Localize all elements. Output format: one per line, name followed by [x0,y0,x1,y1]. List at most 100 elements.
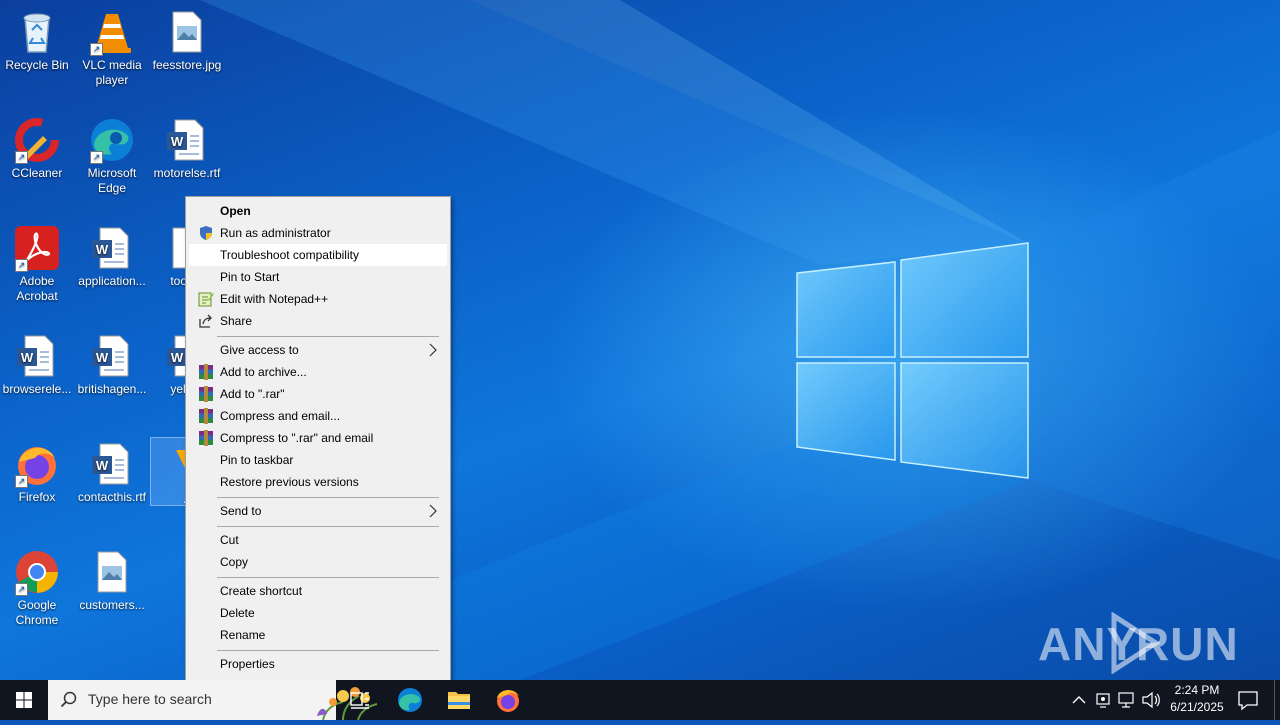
image-file-icon [163,8,211,56]
show-hidden-icons-button[interactable] [1066,680,1092,720]
menu-item-share[interactable]: Share [189,310,447,332]
desktop-icon-label: feesstore.jpg [152,58,222,72]
word-document-icon: W [88,224,136,272]
menu-item-create-shortcut[interactable]: Create shortcut [189,580,447,602]
menu-item-run-as-administrator[interactable]: Run as administrator [189,222,447,244]
desktop-icon-google-chrome[interactable]: ↗ Google Chrome [0,542,74,628]
tray-device-icon-button[interactable] [1092,680,1114,720]
desktop-icon-firefox[interactable]: ↗ Firefox [0,434,74,505]
winrar-icon [198,364,214,380]
word-document-icon: W [88,440,136,488]
device-meeting-icon [1096,693,1110,708]
menu-separator [217,650,439,651]
desktop-icon-application[interactable]: W application... [75,218,149,289]
taskbar-firefox-button[interactable] [484,680,532,720]
menu-item-label: Add to archive... [220,365,307,379]
menu-item-open[interactable]: Open [189,200,447,222]
menu-item-pin-to-taskbar[interactable]: Pin to taskbar [189,449,447,471]
menu-item-pin-to-start[interactable]: Pin to Start [189,266,447,288]
winrar-icon [198,386,214,402]
svg-text:W: W [96,458,109,473]
taskbar-edge-button[interactable] [386,680,434,720]
action-center-button[interactable] [1228,680,1268,720]
desktop-icon-label: customers... [79,598,145,612]
desktop-icon-label: britishagen... [77,382,147,396]
menu-item-label: Troubleshoot compatibility [220,248,359,262]
desktop-icon-adobe-acrobat[interactable]: ↗ Adobe Acrobat [0,218,74,304]
volume-button[interactable] [1138,680,1164,720]
windows-start-icon [16,692,32,708]
shortcut-arrow-icon: ↗ [15,583,28,596]
speaker-volume-icon [1142,691,1160,709]
menu-item-cut[interactable]: Cut [189,529,447,551]
menu-item-label: Properties [220,657,275,671]
desktop-icon-microsoft-edge[interactable]: ↗ Microsoft Edge [75,110,149,196]
menu-item-label: Compress and email... [220,409,341,423]
taskbar-clock[interactable]: 2:24 PM 6/21/2025 [1164,683,1230,714]
start-button[interactable] [0,680,48,720]
desktop-icon-label: Google Chrome [15,598,59,627]
show-desktop-button[interactable] [1274,680,1275,720]
svg-text:W: W [96,242,109,257]
desktop-icon-customers[interactable]: customers... [75,542,149,613]
menu-item-compress-to-rar-and-email[interactable]: Compress to ".rar" and email [189,427,447,449]
task-view-button[interactable] [336,680,384,720]
image-file-icon [88,548,136,596]
menu-item-send-to[interactable]: Send to [189,500,447,522]
word-document-icon: W [163,116,211,164]
desktop-icon-recycle-bin[interactable]: Recycle Bin [0,2,74,73]
menu-item-add-to-rar[interactable]: Add to ".rar" [189,383,447,405]
vlc-cone-icon: ↗ [88,8,136,56]
chevron-up-icon [1072,696,1086,704]
desktop-icon-label: Firefox [18,490,56,504]
context-menu: Open Run as administrator Troubleshoot c… [185,196,451,682]
desktop-icon-motorelse[interactable]: W motorelse.rtf [150,110,224,181]
clock-date: 6/21/2025 [1170,700,1224,714]
menu-item-copy[interactable]: Copy [189,551,447,573]
menu-item-properties[interactable]: Properties [189,653,447,675]
network-button[interactable] [1114,680,1138,720]
word-document-icon: W [88,332,136,380]
adobe-acrobat-icon: ↗ [13,224,61,272]
menu-item-give-access-to[interactable]: Give access to [189,339,447,361]
taskbar-file-explorer-button[interactable] [435,680,483,720]
desktop-icon-britishagen[interactable]: W britishagen... [75,326,149,397]
desktop-icon-label: browserele... [2,382,72,396]
menu-item-add-to-archive[interactable]: Add to archive... [189,361,447,383]
uac-shield-icon [198,225,214,241]
taskbar-search-box[interactable]: Type here to search [48,680,378,720]
desktop-icon-browserele[interactable]: W browserele... [0,326,74,397]
menu-item-label: Compress to ".rar" and email [220,431,374,445]
desktop-icon-label: application... [78,274,146,288]
share-icon [198,313,214,329]
desktop-icon-contacthis[interactable]: W contacthis.rtf [75,434,149,505]
menu-item-troubleshoot-compatibility[interactable]: Troubleshoot compatibility [189,244,447,266]
menu-item-delete[interactable]: Delete [189,602,447,624]
winrar-icon [198,430,214,446]
menu-item-label: Open [220,204,251,218]
svg-text:W: W [171,350,184,365]
svg-text:W: W [96,350,109,365]
notification-icon [1238,691,1258,711]
shortcut-arrow-icon: ↗ [15,151,28,164]
menu-item-compress-and-email[interactable]: Compress and email... [189,405,447,427]
menu-item-edit-with-notepadpp[interactable]: Edit with Notepad++ [189,288,447,310]
menu-item-label: Cut [220,533,239,547]
desktop-icon-label: VLC media player [82,58,142,87]
menu-item-rename[interactable]: Rename [189,624,447,646]
menu-item-label: Give access to [220,343,299,357]
edge-icon [398,688,422,712]
network-icon [1118,692,1134,708]
menu-item-label: Add to ".rar" [220,387,285,401]
menu-item-restore-previous-versions[interactable]: Restore previous versions [189,471,447,493]
desktop-icon-ccleaner[interactable]: ↗ CCleaner [0,110,74,181]
desktop-icon-label: Adobe Acrobat [16,274,58,303]
chrome-icon: ↗ [13,548,61,596]
menu-separator [217,497,439,498]
firefox-icon [497,690,519,712]
desktop-icon-feesstore[interactable]: feesstore.jpg [150,2,224,73]
desktop-icon-label: motorelse.rtf [153,166,221,180]
folder-icon [448,692,470,709]
desktop-icon-vlc[interactable]: ↗ VLC media player [75,2,149,88]
clock-time: 2:24 PM [1174,683,1220,697]
